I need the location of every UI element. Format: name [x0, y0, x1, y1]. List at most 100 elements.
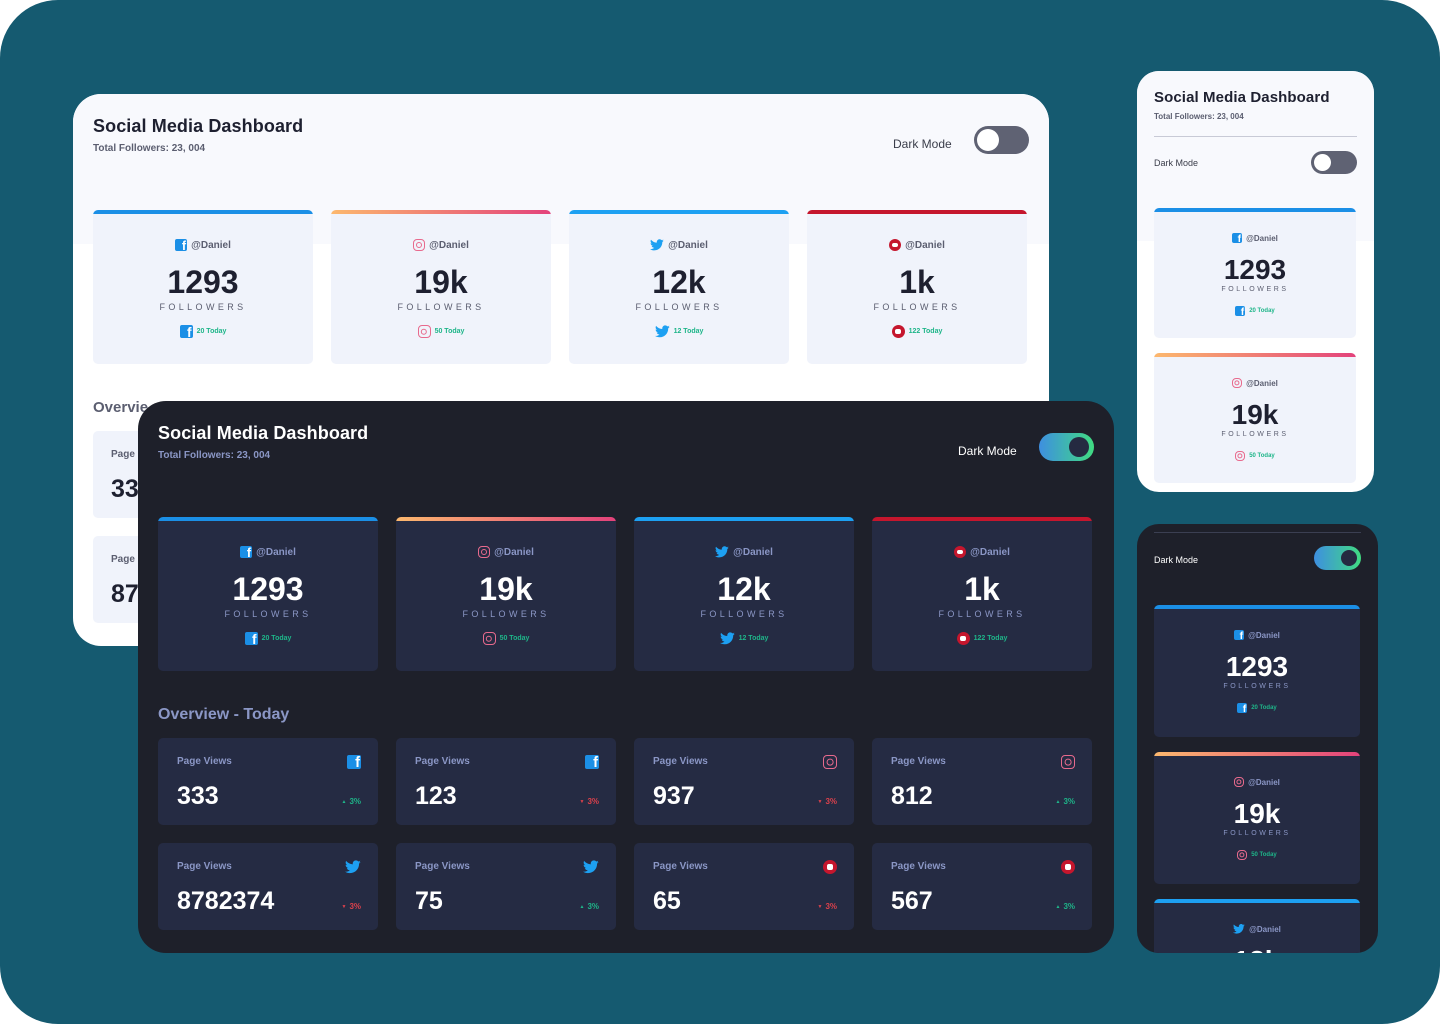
trend-percent: 3%: [1063, 902, 1075, 911]
today-change: 20 Today: [1154, 306, 1356, 318]
total-followers: Total Followers: 23, 004: [93, 143, 206, 154]
dark-mobile-dashboard: Dark Mode @Daniel1293FOLLOWERS20 Today@D…: [1137, 524, 1378, 953]
page-views-label: Page: [111, 554, 135, 565]
showcase-background: Social Media Dashboard Total Followers: …: [0, 0, 1440, 1024]
handle-text: @Daniel: [494, 546, 534, 558]
follower-count: 1k: [899, 264, 935, 300]
page-views-label: Page: [111, 449, 135, 460]
youtube-icon: [1061, 860, 1075, 874]
facebook-follower-card[interactable]: @Daniel1293FOLLOWERS20 Today: [158, 517, 378, 671]
account-handle[interactable]: @Daniel: [1154, 777, 1360, 787]
follower-count: 12k: [1154, 947, 1360, 954]
metric-label: Page Views: [653, 756, 708, 767]
dark-mode-toggle[interactable]: [1311, 151, 1357, 174]
followers-label: FOLLOWERS: [159, 302, 247, 312]
overview-card-instagram[interactable]: Page Views 812 ▲ 3%: [872, 738, 1092, 825]
twitter-follower-card[interactable]: @Daniel12kFOLLOWERS12 Today: [1154, 899, 1360, 953]
handle-text: @Daniel: [733, 546, 773, 558]
page-title: Social Media Dashboard: [158, 423, 369, 443]
instagram-follower-card[interactable]: @Daniel 19k FOLLOWERS 50 Today: [1154, 752, 1360, 884]
instagram-icon: [417, 325, 431, 338]
dark-mode-label: Dark Mode: [1154, 555, 1199, 565]
followers-label: FOLLOWERS: [462, 609, 550, 619]
trend-arrow-icon: ▼: [817, 903, 823, 910]
platform-icon-wrap: [585, 755, 599, 774]
dark-mode-toggle[interactable]: [1039, 433, 1094, 461]
platform-accent-bar: [569, 210, 789, 214]
account-handle[interactable]: @Daniel: [872, 546, 1092, 558]
trend-arrow-icon: ▲: [341, 798, 347, 805]
metric-label: Page Views: [653, 861, 708, 872]
today-text: 12 Today: [738, 635, 769, 642]
facebook-icon: [175, 239, 188, 253]
trend-up: ▲ 3%: [579, 902, 599, 911]
account-handle[interactable]: @Daniel: [396, 546, 616, 558]
twitter-icon: [345, 860, 361, 874]
twitter-icon: [719, 632, 735, 645]
account-handle[interactable]: @Daniel: [158, 546, 378, 560]
overview-card-facebook[interactable]: Page Views 123 ▼3%: [396, 738, 616, 825]
facebook-follower-card[interactable]: @Daniel1293FOLLOWERS20 Today: [1154, 605, 1360, 737]
account-handle[interactable]: @Daniel: [1154, 630, 1360, 642]
platform-accent-bar: [331, 210, 551, 214]
instagram-icon: [413, 239, 426, 251]
account-handle[interactable]: @Daniel: [1154, 378, 1356, 388]
today-change: 50 Today: [331, 325, 551, 338]
facebook-follower-card[interactable]: @Daniel1293FOLLOWERS20 Today: [93, 210, 313, 364]
followers-label: FOLLOWERS: [1221, 431, 1289, 438]
instagram-follower-card[interactable]: @Daniel 19k FOLLOWERS 50 Today: [1154, 353, 1356, 483]
overview-card-twitter[interactable]: Page Views 8782374 ▼ 3%: [158, 843, 378, 930]
twitter-icon: [654, 325, 670, 338]
twitter-follower-card[interactable]: @Daniel12kFOLLOWERS12 Today: [634, 517, 854, 671]
instagram-icon: [1234, 777, 1245, 787]
youtube-follower-card[interactable]: @Daniel 1k FOLLOWERS 122 Today: [872, 517, 1092, 671]
metric-value: 333: [177, 782, 219, 810]
dark-mode-toggle[interactable]: [1314, 546, 1361, 570]
platform-accent-bar: [1154, 605, 1360, 609]
platform-accent-bar: [1154, 899, 1360, 903]
twitter-follower-card[interactable]: @Daniel12kFOLLOWERS12 Today: [569, 210, 789, 364]
handle-text: @Daniel: [1249, 924, 1281, 934]
today-text: 122 Today: [908, 328, 943, 335]
today-text: 122 Today: [973, 635, 1008, 642]
total-followers: Total Followers: 23, 004: [1154, 112, 1244, 121]
page-title: Social Media Dashboard: [93, 116, 304, 136]
followers-label: FOLLOWERS: [1223, 830, 1291, 837]
overview-card-facebook[interactable]: Page Views 333 ▲3%: [158, 738, 378, 825]
platform-icon-wrap: [1061, 860, 1075, 879]
platform-icon-wrap: [823, 755, 837, 774]
metric-label: Page Views: [177, 861, 232, 872]
page-views-value: 33: [111, 475, 139, 503]
follower-count: 1293: [1225, 651, 1289, 682]
handle-text: @Daniel: [1246, 233, 1278, 243]
platform-accent-bar: [634, 517, 854, 521]
overview-card-youtube[interactable]: Page Views 65 ▼ 3%: [634, 843, 854, 930]
overview-card-instagram[interactable]: Page Views 937 ▼ 3%: [634, 738, 854, 825]
today-text: 50 Today: [1251, 852, 1277, 858]
overview-heading: Overview - Today: [158, 706, 290, 723]
overview-card-youtube[interactable]: Page Views 567 ▲ 3%: [872, 843, 1092, 930]
account-handle[interactable]: @Daniel: [1154, 233, 1356, 245]
follower-count: 19k: [479, 571, 533, 607]
account-handle[interactable]: @Daniel: [807, 239, 1027, 251]
platform-accent-bar: [1154, 752, 1360, 756]
page-views-value: 87: [111, 580, 139, 608]
account-handle[interactable]: @Daniel: [93, 239, 313, 253]
followers-label: FOLLOWERS: [1223, 683, 1291, 690]
twitter-icon: [1233, 924, 1245, 934]
facebook-icon: [1232, 233, 1243, 245]
account-handle[interactable]: @Daniel: [331, 239, 551, 251]
youtube-follower-card[interactable]: @Daniel 1k FOLLOWERS 122 Today: [807, 210, 1027, 364]
today-change: 20 Today: [93, 325, 313, 340]
instagram-follower-card[interactable]: @Daniel 19k FOLLOWERS 50 Today: [331, 210, 551, 364]
dark-mode-toggle[interactable]: [974, 126, 1029, 154]
overview-card-twitter[interactable]: Page Views 75 ▲ 3%: [396, 843, 616, 930]
twitter-icon: [650, 239, 664, 251]
account-handle[interactable]: @Daniel: [1154, 924, 1360, 934]
account-handle[interactable]: @Daniel: [569, 239, 789, 251]
instagram-follower-card[interactable]: @Daniel 19k FOLLOWERS 50 Today: [396, 517, 616, 671]
follower-count: 1293: [1223, 254, 1287, 285]
facebook-follower-card[interactable]: @Daniel1293FOLLOWERS20 Today: [1154, 208, 1356, 338]
account-handle[interactable]: @Daniel: [634, 546, 854, 558]
today-change: 12 Today: [569, 325, 789, 338]
